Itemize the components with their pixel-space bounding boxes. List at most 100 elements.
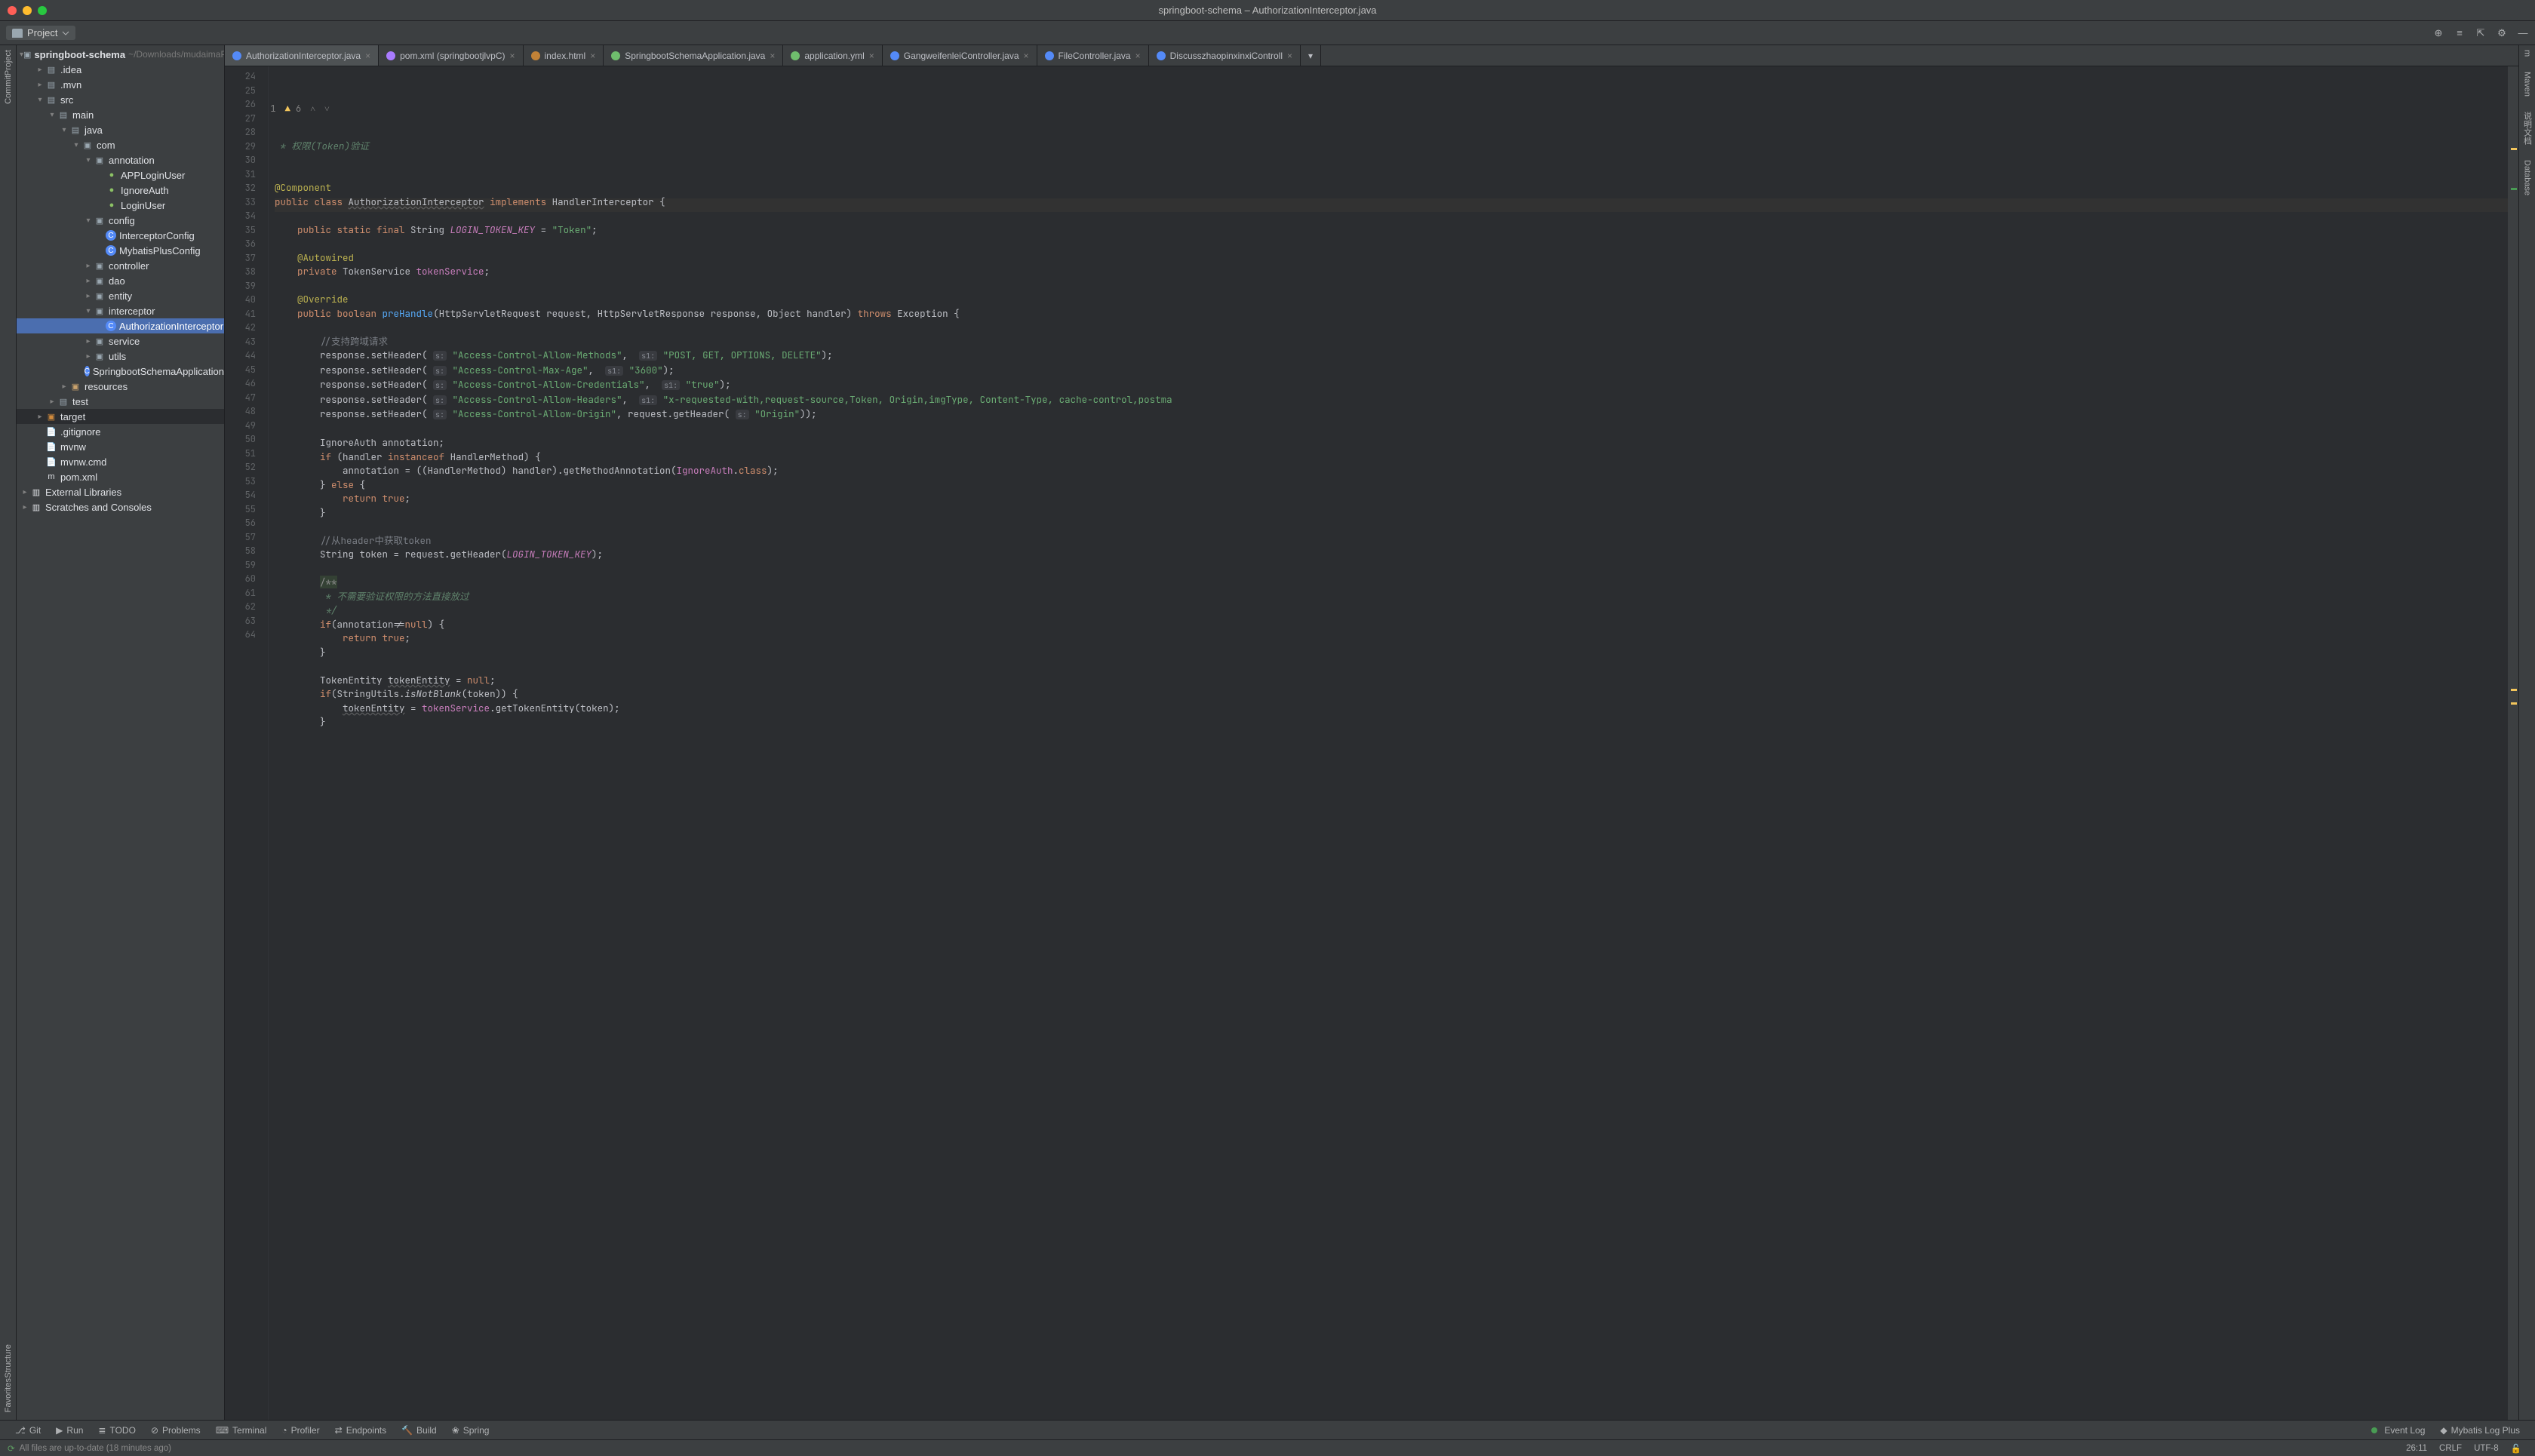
close-icon[interactable] [8,6,17,15]
code-line[interactable]: } else { [275,478,2508,493]
tool-window-button[interactable]: ⇄Endpoints [327,1425,394,1436]
editor-scrollbar[interactable] [2508,66,2518,1420]
locate-icon[interactable]: ⊕ [2432,27,2444,39]
close-tab-icon[interactable]: × [1287,51,1292,61]
code-line[interactable]: return true; [275,631,2508,646]
tree-item[interactable]: CInterceptorConfig [17,228,224,243]
close-tab-icon[interactable]: × [510,51,515,61]
project-selector[interactable]: Project [6,26,75,40]
code-line[interactable] [275,562,2508,576]
tool-window-button[interactable]: Event Log [2364,1425,2432,1436]
rail-button[interactable]: Commit [4,75,13,104]
code-line[interactable] [275,422,2508,437]
tree-item[interactable]: 📄.gitignore [17,424,224,439]
code-line[interactable]: @Override [275,293,2508,307]
tree-item[interactable]: ▾▣annotation [17,152,224,167]
tool-window-button[interactable]: ≣TODO [91,1425,143,1436]
code-line[interactable]: annotation = ((HandlerMethod) handler).g… [275,464,2508,478]
tree-item[interactable]: ▾▤src [17,92,224,107]
code-line[interactable]: private TokenService tokenService; [275,265,2508,279]
tree-item[interactable]: ▸▤.idea [17,62,224,77]
tree-root[interactable]: ▾▣springboot-schema~/Downloads/mudaimaPr… [17,47,224,62]
code-line[interactable] [275,237,2508,251]
close-tab-icon[interactable]: × [869,51,874,61]
inspections-widget[interactable]: ▲ 1 ▲ 6 ˄ ˅ [269,102,2493,116]
editor-tab[interactable]: GangweifenleiController.java× [883,45,1037,66]
tree-item[interactable]: ▸▣service [17,333,224,349]
line-separator[interactable]: CRLF [2433,1444,2468,1453]
tree-item[interactable]: ▸▤test [17,394,224,409]
code-line[interactable]: //从header中获取token [275,534,2508,548]
caret-position[interactable]: 26:11 [2400,1444,2433,1453]
editor-tab[interactable]: pom.xml (springbootjlvpC)× [379,45,523,66]
code-line[interactable]: } [275,646,2508,660]
minimize-icon[interactable] [23,6,32,15]
code-line[interactable] [275,659,2508,674]
code-line[interactable]: public boolean preHandle(HttpServletRequ… [275,307,2508,321]
code-line[interactable]: IgnoreAuth annotation; [275,436,2508,450]
code-editor[interactable]: ▲ 1 ▲ 6 ˄ ˅ * 权限(Token)验证 @Componentpubl… [269,66,2508,1420]
code-line[interactable] [275,279,2508,293]
editor-tab[interactable]: FileController.java× [1037,45,1149,66]
tree-item[interactable]: ▸▥External Libraries [17,484,224,499]
tree-item[interactable]: 📄mvnw [17,439,224,454]
rail-button[interactable]: Database [2523,160,2532,195]
code-line[interactable] [275,520,2508,534]
hide-icon[interactable]: — [2517,27,2529,39]
close-tab-icon[interactable]: × [1135,51,1141,61]
tree-item[interactable]: ▸▤.mvn [17,77,224,92]
tree-item[interactable]: CAuthorizationInterceptor [17,318,224,333]
code-line[interactable]: public class AuthorizationInterceptor im… [275,195,2508,210]
code-line[interactable]: } [275,715,2508,730]
tree-item[interactable]: ▾▣com [17,137,224,152]
expand-icon[interactable]: ≡ [2454,27,2466,39]
code-line[interactable]: String token = request.getHeader(LOGIN_T… [275,548,2508,562]
editor-tab[interactable]: DiscusszhaopinxinxiControll× [1149,45,1301,66]
editor-tab[interactable]: application.yml× [783,45,882,66]
code-line[interactable]: if (handler instanceof HandlerMethod) { [275,450,2508,465]
code-line[interactable]: * 不需要验证权限的方法直接放过 [275,590,2508,604]
rail-button[interactable]: Maven [2523,72,2532,97]
tool-window-button[interactable]: ◆ Mybatis Log Plus [2432,1425,2527,1436]
rail-button[interactable]: Structure [4,1344,13,1378]
tabs-overflow[interactable]: ▾ [1301,45,1321,66]
tool-window-button[interactable]: ⌨Terminal [208,1425,275,1436]
tree-item[interactable]: ▸▣target [17,409,224,424]
code-line[interactable]: if(annotation!=null) { [275,618,2508,632]
tree-item[interactable]: ▸▣resources [17,379,224,394]
code-line[interactable]: public static final String LOGIN_TOKEN_K… [275,223,2508,238]
tree-item[interactable]: ▸▣dao [17,273,224,288]
close-tab-icon[interactable]: × [590,51,595,61]
code-line[interactable]: @Component [275,181,2508,195]
tree-item[interactable]: ▸▥Scratches and Consoles [17,499,224,515]
readonly-icon[interactable]: 🔓 [2505,1443,2527,1454]
tree-item[interactable]: CMybatisPlusConfig [17,243,224,258]
code-line[interactable]: /** [275,576,2508,590]
project-tree[interactable]: ▾▣springboot-schema~/Downloads/mudaimaPr… [17,45,225,1420]
code-line[interactable]: @Autowired [275,251,2508,266]
tree-item[interactable]: mpom.xml [17,469,224,484]
tree-item[interactable]: ●APPLoginUser [17,167,224,183]
editor-tab[interactable]: SpringbootSchemaApplication.java× [604,45,783,66]
code-line[interactable]: response.setHeader( s: "Access-Control-A… [275,393,2508,408]
code-line[interactable]: response.setHeader( s: "Access-Control-A… [275,407,2508,422]
maximize-icon[interactable] [38,6,47,15]
tree-item[interactable]: 📄mvnw.cmd [17,454,224,469]
code-line[interactable]: } [275,506,2508,521]
close-tab-icon[interactable]: × [1024,51,1029,61]
gear-icon[interactable]: ⚙ [2496,27,2508,39]
tool-window-button[interactable]: ❀Spring [444,1425,497,1436]
rail-button[interactable]: m [2523,50,2532,57]
tree-item[interactable]: ●LoginUser [17,198,224,213]
code-line[interactable]: TokenEntity tokenEntity = null; [275,674,2508,688]
tree-item[interactable]: ▾▣config [17,213,224,228]
tree-item[interactable]: ▸▣entity [17,288,224,303]
code-line[interactable] [275,153,2508,167]
rail-button[interactable]: Project [4,50,13,75]
code-line[interactable]: * 权限(Token)验证 [275,140,2508,154]
tree-item[interactable]: ▾▤java [17,122,224,137]
up-icon[interactable]: ˄ [310,102,315,116]
code-line[interactable]: response.setHeader( s: "Access-Control-A… [275,378,2508,393]
tool-window-button[interactable]: ▶Run [48,1425,91,1436]
code-line[interactable]: response.setHeader( s: "Access-Control-A… [275,349,2508,364]
